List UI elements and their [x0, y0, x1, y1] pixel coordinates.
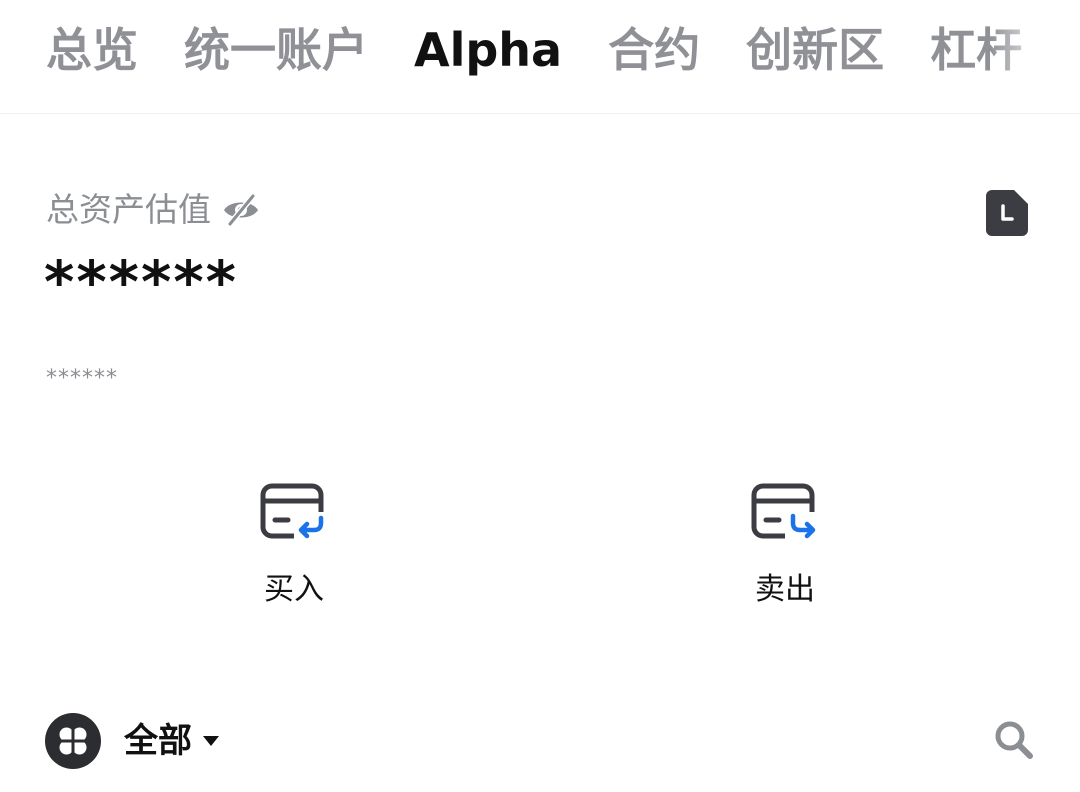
card-receive-icon	[260, 483, 328, 544]
card-send-icon	[751, 483, 819, 544]
history-document-icon[interactable]	[986, 190, 1028, 236]
sell-label: 卖出	[755, 572, 815, 607]
tab-list: 总览 统一账户 Alpha 合约 创新区 杠杆	[46, 20, 1022, 80]
total-assets-value: ******	[44, 248, 238, 316]
eye-slash-icon[interactable]	[221, 193, 261, 227]
buy-button[interactable]: 买入	[224, 482, 364, 610]
grid-clover-icon[interactable]	[45, 713, 101, 769]
caret-down-icon	[203, 736, 219, 746]
buy-label: 买入	[264, 572, 324, 607]
top-tab-bar: 总览 统一账户 Alpha 合约 创新区 杠杆	[0, 0, 1080, 114]
tab-unified-account[interactable]: 统一账户	[184, 20, 368, 80]
tab-alpha[interactable]: Alpha	[414, 20, 562, 80]
tab-innovation-zone[interactable]: 创新区	[746, 20, 884, 80]
total-assets-subvalue: ******	[46, 366, 118, 391]
tab-futures[interactable]: 合约	[608, 20, 700, 80]
total-assets-header: 总资产估值	[46, 188, 261, 232]
total-assets-label: 总资产估值	[46, 190, 211, 229]
tab-overview[interactable]: 总览	[46, 20, 138, 80]
sell-button[interactable]: 卖出	[715, 482, 855, 610]
tab-margin[interactable]: 杠杆	[930, 20, 1022, 80]
search-icon[interactable]	[994, 720, 1034, 760]
filter-dropdown[interactable]: 全部	[124, 718, 220, 764]
filter-label: 全部	[124, 721, 192, 761]
